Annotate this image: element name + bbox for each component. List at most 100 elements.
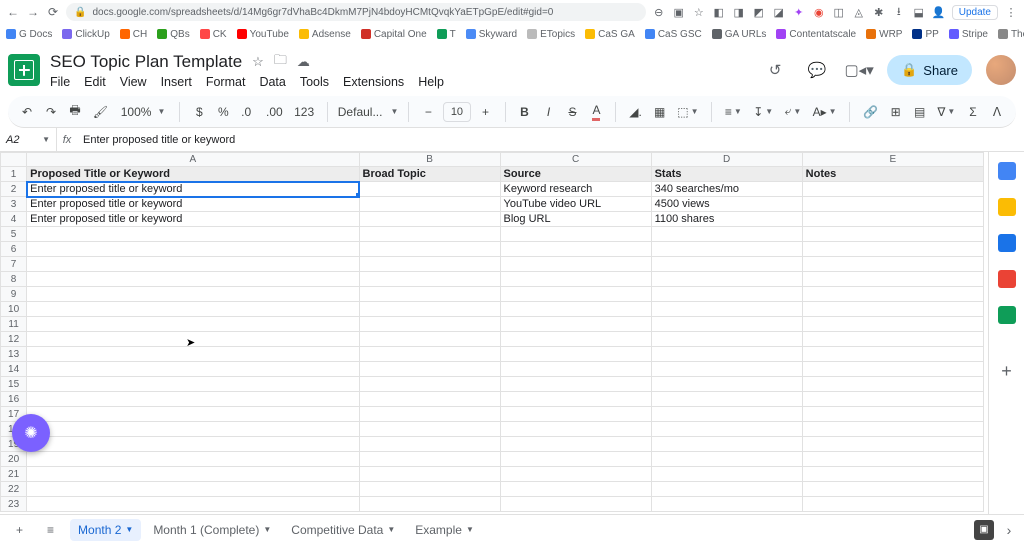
cell[interactable] <box>802 362 983 377</box>
menu-format[interactable]: Format <box>206 75 246 89</box>
cell[interactable] <box>27 497 359 512</box>
cell[interactable] <box>651 362 802 377</box>
cell[interactable] <box>802 197 983 212</box>
strike-icon[interactable]: S <box>563 101 581 123</box>
cloud-icon[interactable]: ☁ <box>297 54 310 70</box>
menu-edit[interactable]: Edit <box>84 75 106 89</box>
reload-icon[interactable]: ⟳ <box>46 5 60 19</box>
bookmark-item[interactable]: G Docs <box>6 29 52 40</box>
menu-tools[interactable]: Tools <box>300 75 329 89</box>
menu-extensions[interactable]: Extensions <box>343 75 404 89</box>
cell[interactable] <box>500 482 651 497</box>
italic-icon[interactable]: I <box>539 101 557 123</box>
cell[interactable] <box>27 332 359 347</box>
redo-icon[interactable]: ↷ <box>42 101 60 123</box>
row-header[interactable]: 14 <box>1 362 27 377</box>
cell[interactable] <box>802 287 983 302</box>
cell[interactable] <box>359 452 500 467</box>
cell[interactable] <box>802 212 983 227</box>
bookmark-item[interactable]: CH <box>120 29 147 40</box>
cell[interactable] <box>651 242 802 257</box>
cell[interactable] <box>500 332 651 347</box>
cell[interactable] <box>802 497 983 512</box>
row-header[interactable]: 10 <box>1 302 27 317</box>
update-button[interactable]: Update <box>952 5 998 20</box>
ext4-icon[interactable]: ◪ <box>772 5 786 19</box>
v-align-icon[interactable]: ↧▼ <box>751 101 776 123</box>
cell[interactable] <box>651 437 802 452</box>
contacts-icon[interactable] <box>998 270 1016 288</box>
cell[interactable] <box>27 302 359 317</box>
cell[interactable] <box>500 422 651 437</box>
cell[interactable] <box>802 317 983 332</box>
cell[interactable]: Broad Topic <box>359 167 500 182</box>
cell[interactable] <box>500 317 651 332</box>
cell[interactable]: Source <box>500 167 651 182</box>
cell[interactable] <box>359 497 500 512</box>
formula-input[interactable]: Enter proposed title or keyword <box>77 134 235 146</box>
assistant-fab[interactable]: ✺ <box>12 414 50 452</box>
more-formats-icon[interactable]: 123 <box>291 101 316 123</box>
insert-chart-icon[interactable]: ▤ <box>911 101 929 123</box>
row-header[interactable]: 3 <box>1 197 27 212</box>
cell[interactable] <box>359 377 500 392</box>
menu-insert[interactable]: Insert <box>161 75 192 89</box>
cell[interactable] <box>500 302 651 317</box>
row-header[interactable]: 8 <box>1 272 27 287</box>
cell[interactable] <box>359 242 500 257</box>
cell[interactable] <box>651 317 802 332</box>
cell[interactable] <box>802 467 983 482</box>
cell[interactable] <box>27 467 359 482</box>
col-header-A[interactable]: A <box>27 153 359 167</box>
cell[interactable] <box>359 407 500 422</box>
sheet-tab[interactable]: Example▼ <box>407 519 482 541</box>
bookmark-item[interactable]: ETopics <box>527 29 575 40</box>
back-icon[interactable]: ← <box>6 5 20 19</box>
text-color-icon[interactable]: A <box>587 101 605 123</box>
font-dec-icon[interactable]: − <box>419 101 437 123</box>
cell[interactable] <box>802 242 983 257</box>
cell[interactable] <box>651 467 802 482</box>
cell[interactable] <box>500 437 651 452</box>
bookmark-item[interactable]: T <box>437 29 456 40</box>
cell[interactable] <box>802 332 983 347</box>
cell[interactable] <box>27 272 359 287</box>
cell[interactable] <box>27 257 359 272</box>
cell[interactable] <box>500 497 651 512</box>
cell[interactable] <box>27 377 359 392</box>
cell[interactable] <box>802 437 983 452</box>
dec-increase-icon[interactable]: .00 <box>263 101 285 123</box>
ext6-icon[interactable]: ◉ <box>812 5 826 19</box>
paint-format-icon[interactable]: 🖌 <box>90 101 111 123</box>
forward-icon[interactable]: → <box>26 5 40 19</box>
cell[interactable] <box>500 377 651 392</box>
bold-icon[interactable]: B <box>515 101 533 123</box>
cell[interactable] <box>802 182 983 197</box>
row-header[interactable]: 23 <box>1 497 27 512</box>
ext7-icon[interactable]: ◫ <box>832 5 846 19</box>
cell[interactable]: Enter proposed title or keyword <box>27 182 359 197</box>
menu-view[interactable]: View <box>120 75 147 89</box>
cell[interactable] <box>27 317 359 332</box>
row-header[interactable]: 20 <box>1 452 27 467</box>
cell[interactable] <box>27 482 359 497</box>
cell[interactable] <box>500 227 651 242</box>
bookmark-item[interactable]: YouTube <box>237 29 289 40</box>
borders-icon[interactable]: ▦ <box>651 101 669 123</box>
spreadsheet-grid[interactable]: ABCDE 1Proposed Title or KeywordBroad To… <box>0 152 988 522</box>
cell[interactable] <box>359 482 500 497</box>
bookmark-item[interactable]: Capital One <box>361 29 427 40</box>
col-header-D[interactable]: D <box>651 153 802 167</box>
cell[interactable]: 4500 views <box>651 197 802 212</box>
cell[interactable] <box>27 452 359 467</box>
cell[interactable] <box>500 407 651 422</box>
print-icon[interactable]: 🖶 <box>66 101 84 123</box>
row-header[interactable]: 1 <box>1 167 27 182</box>
bookmark-item[interactable]: CK <box>200 29 227 40</box>
puzzle-icon[interactable]: ✱ <box>872 5 886 19</box>
all-sheets-button[interactable]: ≡ <box>39 519 62 541</box>
cell[interactable] <box>500 467 651 482</box>
row-header[interactable]: 9 <box>1 287 27 302</box>
bookmark-item[interactable]: CaS GA <box>585 29 635 40</box>
cell[interactable]: 1100 shares <box>651 212 802 227</box>
